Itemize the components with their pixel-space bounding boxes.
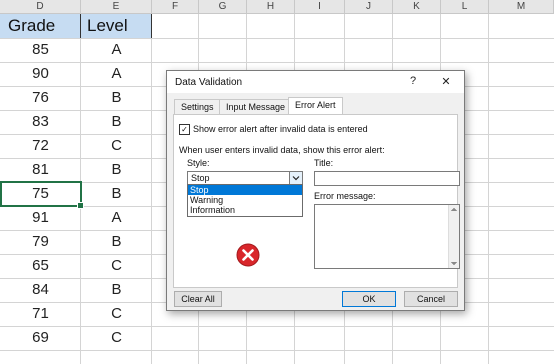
ok-button[interactable]: OK <box>342 291 396 307</box>
level-cell[interactable]: B <box>81 158 152 182</box>
level-cell[interactable]: B <box>81 230 152 254</box>
column-header-h[interactable]: H <box>247 0 295 14</box>
cancel-button[interactable]: Cancel <box>404 291 458 307</box>
style-select[interactable]: Stop <box>187 171 303 185</box>
style-option-information[interactable]: Information <box>188 205 302 215</box>
level-cell[interactable]: C <box>81 326 152 350</box>
grade-cell[interactable]: 79 <box>0 230 81 254</box>
show-alert-label: Show error alert after invalid data is e… <box>193 124 368 134</box>
column-header-i[interactable]: I <box>295 0 345 14</box>
header-cell-level[interactable]: Level <box>81 14 152 38</box>
tab-input-message[interactable]: Input Message <box>219 99 293 114</box>
tab-error-alert[interactable]: Error Alert <box>288 97 343 114</box>
style-option-warning[interactable]: Warning <box>188 195 302 205</box>
level-cell[interactable]: B <box>81 110 152 134</box>
title-input-value <box>315 172 317 182</box>
column-header-g[interactable]: G <box>199 0 247 14</box>
column-header-l[interactable]: L <box>441 0 489 14</box>
close-icon[interactable]: ✕ <box>439 75 453 88</box>
level-cell[interactable]: B <box>81 86 152 110</box>
grade-cell[interactable]: 69 <box>0 326 81 350</box>
grade-cell[interactable]: 91 <box>0 206 81 230</box>
error-alert-panel: ✓ Show error alert after invalid data is… <box>173 114 460 288</box>
level-cell[interactable]: A <box>81 38 152 62</box>
grade-cell[interactable]: 81 <box>0 158 81 182</box>
grid-line <box>488 14 489 364</box>
column-header-m[interactable]: M <box>489 0 554 14</box>
tab-settings[interactable]: Settings <box>174 99 221 114</box>
stop-error-icon <box>236 243 260 267</box>
column-header-f[interactable]: F <box>152 0 199 14</box>
show-alert-checkbox[interactable]: ✓ <box>179 124 190 135</box>
error-message-value <box>315 205 317 215</box>
column-header-j[interactable]: J <box>345 0 393 14</box>
grade-cell[interactable]: 65 <box>0 254 81 278</box>
dialog-titlebar[interactable]: Data Validation ? ✕ <box>167 71 464 93</box>
level-cell[interactable]: A <box>81 62 152 86</box>
grade-cell[interactable]: 84 <box>0 278 81 302</box>
column-header-k[interactable]: K <box>393 0 441 14</box>
level-cell[interactable]: C <box>81 134 152 158</box>
column-header-e[interactable]: E <box>81 0 152 14</box>
error-message-textarea[interactable] <box>314 204 460 269</box>
style-select-value: Stop <box>191 173 210 183</box>
title-label: Title: <box>314 158 334 168</box>
level-cell[interactable]: C <box>81 302 152 326</box>
error-message-label: Error message: <box>314 191 376 201</box>
grade-cell[interactable]: 83 <box>0 110 81 134</box>
grade-cell[interactable]: 76 <box>0 86 81 110</box>
level-cell[interactable]: C <box>81 254 152 278</box>
header-cell-grade[interactable]: Grade <box>0 14 81 38</box>
grid-line <box>0 350 554 351</box>
column-header-d[interactable]: D <box>0 0 81 14</box>
grade-cell[interactable]: 90 <box>0 62 81 86</box>
clear-all-button[interactable]: Clear All <box>174 291 222 307</box>
message-scrollbar[interactable] <box>448 205 459 268</box>
chevron-down-icon[interactable] <box>289 172 302 184</box>
instruction-text: When user enters invalid data, show this… <box>179 145 385 155</box>
style-option-stop[interactable]: Stop <box>188 185 302 195</box>
level-cell[interactable]: B <box>81 278 152 302</box>
grade-cell[interactable]: 71 <box>0 302 81 326</box>
title-input[interactable] <box>314 171 460 186</box>
grade-cell[interactable]: 72 <box>0 134 81 158</box>
level-cell[interactable]: A <box>81 206 152 230</box>
style-dropdown-list: Stop Warning Information <box>187 184 303 217</box>
active-cell-selection[interactable] <box>0 181 84 209</box>
style-label: Style: <box>187 158 210 168</box>
dialog-title: Data Validation <box>175 77 243 88</box>
help-button[interactable]: ? <box>406 75 420 87</box>
data-validation-dialog: Data Validation ? ✕ Settings Input Messa… <box>166 70 465 311</box>
level-cell[interactable]: B <box>81 182 152 206</box>
grade-cell[interactable]: 85 <box>0 38 81 62</box>
dialog-body: Settings Input Message Error Alert ✓ Sho… <box>167 93 464 310</box>
